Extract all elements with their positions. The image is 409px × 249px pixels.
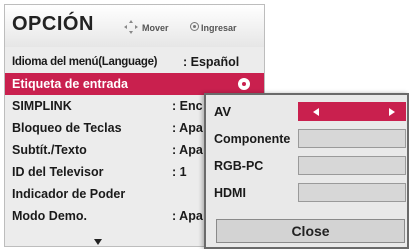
menu-item-label: Subtít./Texto	[12, 143, 87, 157]
menu-item-label: Etiqueta de entrada	[12, 77, 128, 91]
arrow-right-icon[interactable]	[389, 108, 395, 116]
menu-item-label: ID del Televisor	[12, 165, 104, 179]
popup-row-label: HDMI	[214, 186, 246, 200]
menu-item-language[interactable]: Idioma del menú(Language) : Español	[5, 51, 264, 73]
popup-row-av[interactable]: AV	[206, 101, 407, 123]
scroll-down-icon[interactable]	[94, 239, 102, 245]
label-selector-av[interactable]	[298, 102, 406, 121]
menu-item-value: : Apa	[172, 121, 203, 135]
move-hint-label: Mover	[142, 23, 169, 33]
menu-header: OPCIÓN Mover Ingresar	[5, 5, 264, 47]
menu-item-value: : Apa	[172, 143, 203, 157]
enter-hint-label: Ingresar	[201, 23, 237, 33]
popup-row-label: RGB-PC	[214, 159, 264, 173]
label-field-rgb-pc[interactable]	[298, 156, 406, 175]
popup-row-hdmi[interactable]: HDMI	[206, 182, 407, 204]
popup-row-component[interactable]: Componente	[206, 128, 407, 150]
enter-button-icon	[190, 22, 199, 31]
menu-item-label: Indicador de Poder	[12, 187, 126, 201]
menu-item-label: Modo Demo.	[12, 209, 87, 223]
popup-row-label: Componente	[214, 132, 291, 146]
label-field-hdmi[interactable]	[298, 183, 406, 202]
selected-radio-icon	[238, 78, 250, 90]
close-button[interactable]: Close	[216, 219, 405, 243]
label-field-component[interactable]	[298, 129, 406, 148]
menu-title: OPCIÓN	[12, 13, 94, 35]
popup-row-rgb-pc[interactable]: RGB-PC	[206, 155, 407, 177]
menu-item-value: : 1	[172, 165, 187, 179]
menu-item-label: Bloqueo de Teclas	[12, 121, 122, 135]
menu-item-value: : Enc	[172, 99, 203, 113]
menu-item-value: : Español	[183, 55, 240, 69]
popup-row-label: AV	[214, 104, 232, 119]
menu-item-input-label[interactable]: Etiqueta de entrada	[5, 73, 264, 95]
menu-item-value: : Apa	[172, 209, 203, 223]
arrow-left-icon[interactable]	[313, 108, 319, 116]
input-label-popup: AV Componente RGB-PC HDMI Close	[204, 93, 409, 249]
menu-item-label: Idioma del menú(Language)	[12, 56, 158, 68]
menu-item-label: SIMPLINK	[12, 99, 72, 113]
move-arrows-icon	[124, 20, 138, 34]
